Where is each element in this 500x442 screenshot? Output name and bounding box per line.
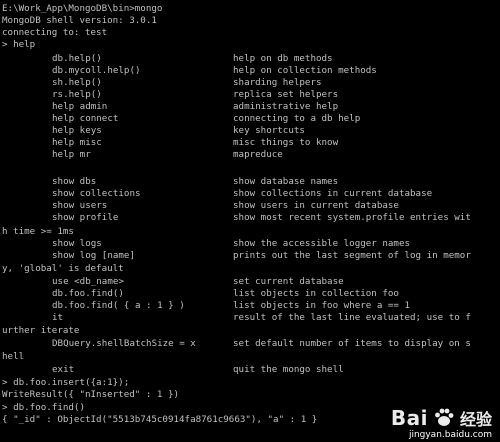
console-line-insert: > db.foo.insert({a:1}); (2, 377, 130, 388)
help-cmd: help misc (52, 137, 102, 148)
help-cmd: show users (52, 200, 108, 211)
help-desc: show users in current database (233, 200, 399, 211)
help-desc: show collections in current database (233, 188, 433, 199)
help-cmd: show dbs (52, 176, 97, 187)
help-desc: replica set helpers (233, 89, 339, 100)
help-desc: set current database (233, 276, 344, 287)
help-desc: quit the mongo shell (233, 364, 344, 375)
help-desc: set default number of items to display o… (233, 338, 471, 349)
help-desc: list objects in foo where a == 1 (233, 300, 411, 311)
help-cmd: show collections (52, 188, 141, 199)
console-line-prompt: E:\Work_App\MongoDB\bin>mongo (2, 3, 163, 14)
help-desc: prints out the last segment of log in me… (233, 250, 471, 261)
help-cmd: show log [name] (52, 250, 135, 261)
console-line-help-cmd: > help (2, 39, 36, 50)
console-line-wrap: urther iterate (2, 325, 80, 336)
help-desc: show database names (233, 176, 339, 187)
help-cmd: help mr (52, 149, 91, 160)
help-cmd: show logs (52, 238, 102, 249)
help-cmd: rs.help() (52, 89, 102, 100)
help-cmd: help connect (52, 113, 119, 124)
help-desc: misc things to know (233, 137, 339, 148)
help-cmd: use <db_name> (52, 276, 124, 287)
help-cmd: it (52, 312, 64, 323)
console-line-wrap: y, 'global' is default (2, 263, 124, 274)
help-desc: show the accessible logger names (233, 238, 411, 249)
help-desc: show most recent system.profile entries … (233, 212, 471, 223)
baidu-jingyan-watermark: Bai 经验 (391, 406, 492, 430)
watermark-url: jingyan.baidu.com (408, 430, 492, 440)
help-desc: mapreduce (233, 149, 283, 160)
console-line-wrap: hell (2, 351, 25, 362)
help-desc: result of the last line evaluated; use t… (233, 312, 471, 323)
baidu-paw-icon (435, 408, 454, 426)
help-desc: help on db methods (233, 53, 333, 64)
help-cmd: db.mycoll.help() (52, 65, 141, 76)
help-desc: sharding helpers (233, 77, 322, 88)
help-cmd: DBQuery.shellBatchSize = x (52, 338, 196, 349)
help-cmd: exit (52, 364, 75, 375)
help-desc: connecting to a db help (233, 113, 361, 124)
console-line-writeresult: WriteResult({ "nInserted" : 1 }) (2, 389, 180, 400)
console-line-connecting: connecting to: test (2, 27, 108, 38)
help-desc: help on collection methods (233, 65, 377, 76)
help-cmd: sh.help() (52, 77, 102, 88)
help-cmd: help keys (52, 125, 102, 136)
help-desc: list objects in collection foo (233, 288, 399, 299)
console-line-version: MongoDB shell version: 3.0.1 (2, 15, 157, 26)
help-cmd: db.help() (52, 53, 102, 64)
help-cmd: show profile (52, 212, 119, 223)
help-desc: administrative help (233, 101, 339, 112)
help-cmd: help admin (52, 101, 108, 112)
baidu-logo-text: Bai (390, 406, 428, 430)
help-cmd: db.foo.find() (52, 288, 124, 299)
console-line-wrap: h time >= 1ms (2, 226, 74, 237)
console-window[interactable]: E:\Work_App\MongoDB\bin>mongo MongoDB sh… (0, 0, 500, 442)
help-desc: key shortcuts (233, 125, 305, 136)
jingyan-logo-text: 经验 (459, 410, 492, 429)
help-cmd: db.foo.find( { a : 1 } ) (52, 300, 185, 311)
